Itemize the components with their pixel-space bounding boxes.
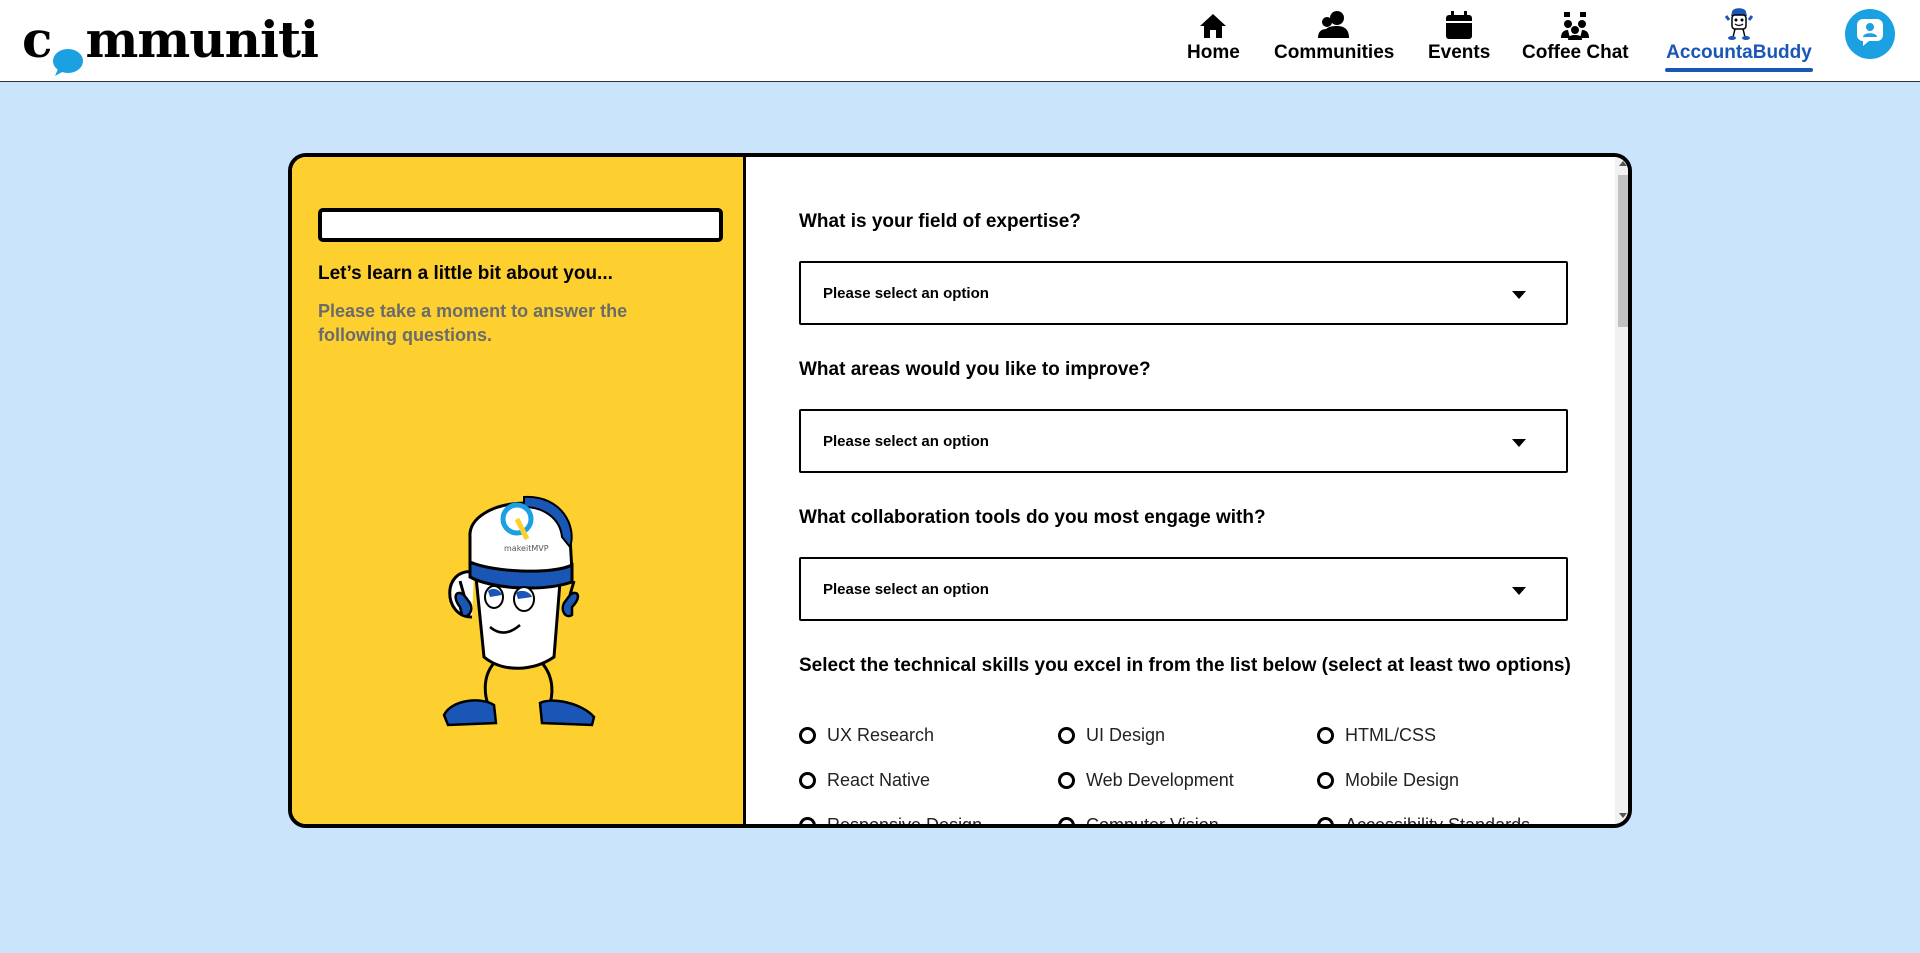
- nav-accountabuddy-label: AccountaBuddy: [1666, 42, 1812, 63]
- coffee-chat-icon: [1560, 6, 1590, 40]
- nav-events-label: Events: [1428, 42, 1491, 63]
- radio-button[interactable]: [799, 817, 816, 824]
- radio-button[interactable]: [1058, 727, 1075, 744]
- scrollbar-thumb[interactable]: [1618, 175, 1628, 327]
- user-profile-button[interactable]: [1845, 9, 1895, 59]
- active-tab-indicator: [1665, 68, 1813, 72]
- skill-option-label: UX Research: [827, 725, 935, 745]
- questions-panel[interactable]: What is your field of expertise? Please …: [749, 157, 1628, 824]
- communiti-logo[interactable]: c mmuniti: [22, 10, 319, 76]
- skill-option[interactable]: Responsive Design: [799, 815, 982, 824]
- skill-option[interactable]: Web Development: [1058, 770, 1234, 791]
- nav-communities[interactable]: Communities: [1274, 6, 1394, 76]
- chat-bubble-icon: [52, 30, 84, 76]
- mascot-cap-text: makeitMVP: [504, 544, 549, 553]
- intro-panel: Let’s learn a little bit about you... Pl…: [292, 157, 746, 824]
- onboarding-card: Let’s learn a little bit about you... Pl…: [288, 153, 1632, 828]
- collaboration-tools-select[interactable]: Please select an option: [799, 557, 1568, 621]
- chevron-down-icon: [1512, 587, 1526, 595]
- skill-option-label: React Native: [827, 770, 931, 790]
- question-skills-label: Select the technical skills you excel in…: [799, 655, 1571, 676]
- skill-option[interactable]: Computer Vision: [1058, 815, 1219, 824]
- intro-subtitle: Please take a moment to answer the follo…: [318, 301, 628, 345]
- calendar-icon: [1444, 6, 1474, 40]
- improve-areas-select[interactable]: Please select an option: [799, 409, 1568, 473]
- skill-option-label: Web Development: [1086, 770, 1234, 790]
- nav-communities-label: Communities: [1274, 42, 1395, 63]
- nav-coffee-chat-label: Coffee Chat: [1522, 42, 1629, 63]
- nav-home-label: Home: [1187, 42, 1240, 63]
- skill-option[interactable]: React Native: [799, 770, 930, 791]
- collaboration-tools-select-value: Please select an option: [823, 580, 989, 598]
- radio-button[interactable]: [799, 727, 816, 744]
- chevron-down-icon: [1512, 291, 1526, 299]
- questions-scrollbar[interactable]: [1615, 157, 1628, 824]
- progress-bar: [318, 208, 723, 242]
- nav-events[interactable]: Events: [1428, 6, 1490, 76]
- nav-home[interactable]: Home: [1187, 6, 1240, 76]
- top-navigation-bar: c mmuniti Home Communities Events Coffee…: [0, 0, 1920, 82]
- expertise-select-value: Please select an option: [823, 284, 989, 302]
- skill-option-label: Accessibility Standards: [1345, 815, 1530, 824]
- intro-title: Let’s learn a little bit about you...: [318, 263, 613, 284]
- communities-icon: [1317, 6, 1351, 40]
- scroll-down-arrow-icon[interactable]: [1619, 813, 1627, 818]
- skill-option-label: Responsive Design: [827, 815, 982, 824]
- radio-button[interactable]: [1058, 772, 1075, 789]
- chevron-down-icon: [1512, 439, 1526, 447]
- mascot-illustration: makeitMVP: [412, 477, 632, 732]
- radio-button[interactable]: [1058, 817, 1075, 824]
- skill-option-label: UI Design: [1086, 725, 1166, 745]
- logo-text-end: mmuniti: [85, 10, 319, 69]
- expertise-select[interactable]: Please select an option: [799, 261, 1568, 325]
- question-improve-label: What areas would you like to improve?: [799, 359, 1151, 380]
- skill-option-label: Mobile Design: [1345, 770, 1460, 790]
- skill-option[interactable]: Mobile Design: [1317, 770, 1459, 791]
- radio-button[interactable]: [1317, 772, 1334, 789]
- logo-text-start: c: [22, 10, 52, 69]
- nav-coffee-chat[interactable]: Coffee Chat: [1522, 6, 1629, 76]
- skill-option[interactable]: HTML/CSS: [1317, 725, 1436, 746]
- question-tools-label: What collaboration tools do you most eng…: [799, 507, 1266, 528]
- skill-option-label: HTML/CSS: [1345, 725, 1437, 745]
- improve-areas-select-value: Please select an option: [823, 432, 989, 450]
- radio-button[interactable]: [799, 772, 816, 789]
- scroll-up-arrow-icon[interactable]: [1619, 161, 1627, 166]
- nav-accountabuddy[interactable]: AccountaBuddy: [1665, 6, 1813, 76]
- home-icon: [1198, 6, 1228, 40]
- question-expertise-label: What is your field of expertise?: [799, 211, 1081, 232]
- skill-option[interactable]: Accessibility Standards: [1317, 815, 1530, 824]
- skill-option[interactable]: UX Research: [799, 725, 934, 746]
- accountabuddy-mascot-icon: [1724, 6, 1754, 40]
- user-profile-icon: [1855, 17, 1885, 52]
- radio-button[interactable]: [1317, 817, 1334, 824]
- radio-button[interactable]: [1317, 727, 1334, 744]
- skill-option-label: Computer Vision: [1086, 815, 1219, 824]
- skill-option[interactable]: UI Design: [1058, 725, 1165, 746]
